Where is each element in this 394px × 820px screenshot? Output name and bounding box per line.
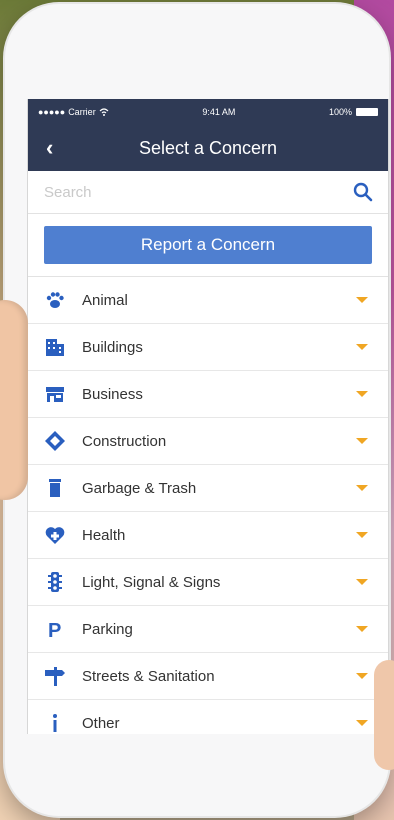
category-item-buildings[interactable]: Buildings [28, 324, 388, 371]
report-concern-label: Report a Concern [140, 235, 276, 254]
diamond-sign-icon [42, 428, 68, 454]
hand-finger [374, 660, 394, 770]
report-concern-button[interactable]: Report a Concern [44, 226, 372, 264]
category-label: Parking [82, 620, 133, 638]
phone-screen: ●●●●● Carrier 9:41 AM 100% ‹ Select a Co… [27, 99, 389, 734]
category-item-business[interactable]: Business [28, 371, 388, 418]
category-item-health[interactable]: Health [28, 512, 388, 559]
chevron-down-icon [356, 438, 368, 444]
category-label: Streets & Sanitation [82, 667, 215, 685]
category-item-parking[interactable]: P Parking [28, 606, 388, 653]
chevron-down-icon [356, 344, 368, 350]
wifi-icon [99, 108, 109, 116]
status-bar: ●●●●● Carrier 9:41 AM 100% [28, 99, 388, 125]
category-label: Other [82, 714, 120, 732]
signal-dots-icon: ●●●●● [38, 107, 66, 117]
category-item-other[interactable]: Other [28, 700, 388, 734]
category-label: Business [82, 385, 143, 403]
paw-icon [42, 287, 68, 313]
category-item-streets-sanitation[interactable]: Streets & Sanitation [28, 653, 388, 700]
chevron-down-icon [356, 579, 368, 585]
category-item-light-signal-signs[interactable]: Light, Signal & Signs [28, 559, 388, 606]
building-icon [42, 334, 68, 360]
report-button-container: Report a Concern [28, 214, 388, 277]
phone-bottom-bezel [5, 734, 389, 816]
search-bar [28, 171, 388, 214]
battery-percent: 100% [328, 107, 352, 117]
category-label: Construction [82, 432, 167, 450]
chevron-down-icon [356, 297, 368, 303]
chevron-down-icon [356, 626, 368, 632]
chevron-down-icon [356, 485, 368, 491]
category-label: Garbage & Trash [82, 479, 197, 497]
heart-cross-icon [42, 522, 68, 548]
status-battery-group: 100% [329, 107, 378, 117]
trash-can-icon [42, 475, 68, 501]
hand-thumb [0, 300, 28, 500]
status-time: 9:41 AM [202, 107, 236, 117]
chevron-down-icon [356, 720, 368, 726]
navigation-bar: ‹ Select a Concern [28, 125, 388, 171]
chevron-left-icon[interactable]: ‹ [46, 137, 53, 159]
category-label: Light, Signal & Signs [82, 573, 221, 591]
category-label: Animal [82, 291, 128, 309]
traffic-light-icon [42, 569, 68, 595]
info-icon [42, 710, 68, 734]
page-title: Select a Concern [138, 137, 278, 158]
carrier-label: Carrier [68, 107, 96, 117]
search-input[interactable] [42, 182, 352, 202]
category-label: Health [82, 526, 126, 544]
parking-icon: P [42, 616, 68, 642]
category-label: Buildings [82, 338, 143, 356]
category-list: Animal Buildings Business Construction G… [28, 277, 388, 734]
search-icon[interactable] [352, 181, 374, 203]
category-item-animal[interactable]: Animal [28, 277, 388, 324]
chevron-down-icon [356, 532, 368, 538]
category-item-garbage[interactable]: Garbage & Trash [28, 465, 388, 512]
phone-frame: ●●●●● Carrier 9:41 AM 100% ‹ Select a Co… [5, 4, 389, 816]
category-item-construction[interactable]: Construction [28, 418, 388, 465]
storefront-icon [42, 381, 68, 407]
chevron-down-icon [356, 391, 368, 397]
chevron-down-icon [356, 673, 368, 679]
battery-icon [355, 108, 378, 116]
svg-text:P: P [48, 620, 61, 640]
street-sign-icon [42, 663, 68, 689]
status-carrier-group: ●●●●● Carrier [38, 107, 109, 117]
